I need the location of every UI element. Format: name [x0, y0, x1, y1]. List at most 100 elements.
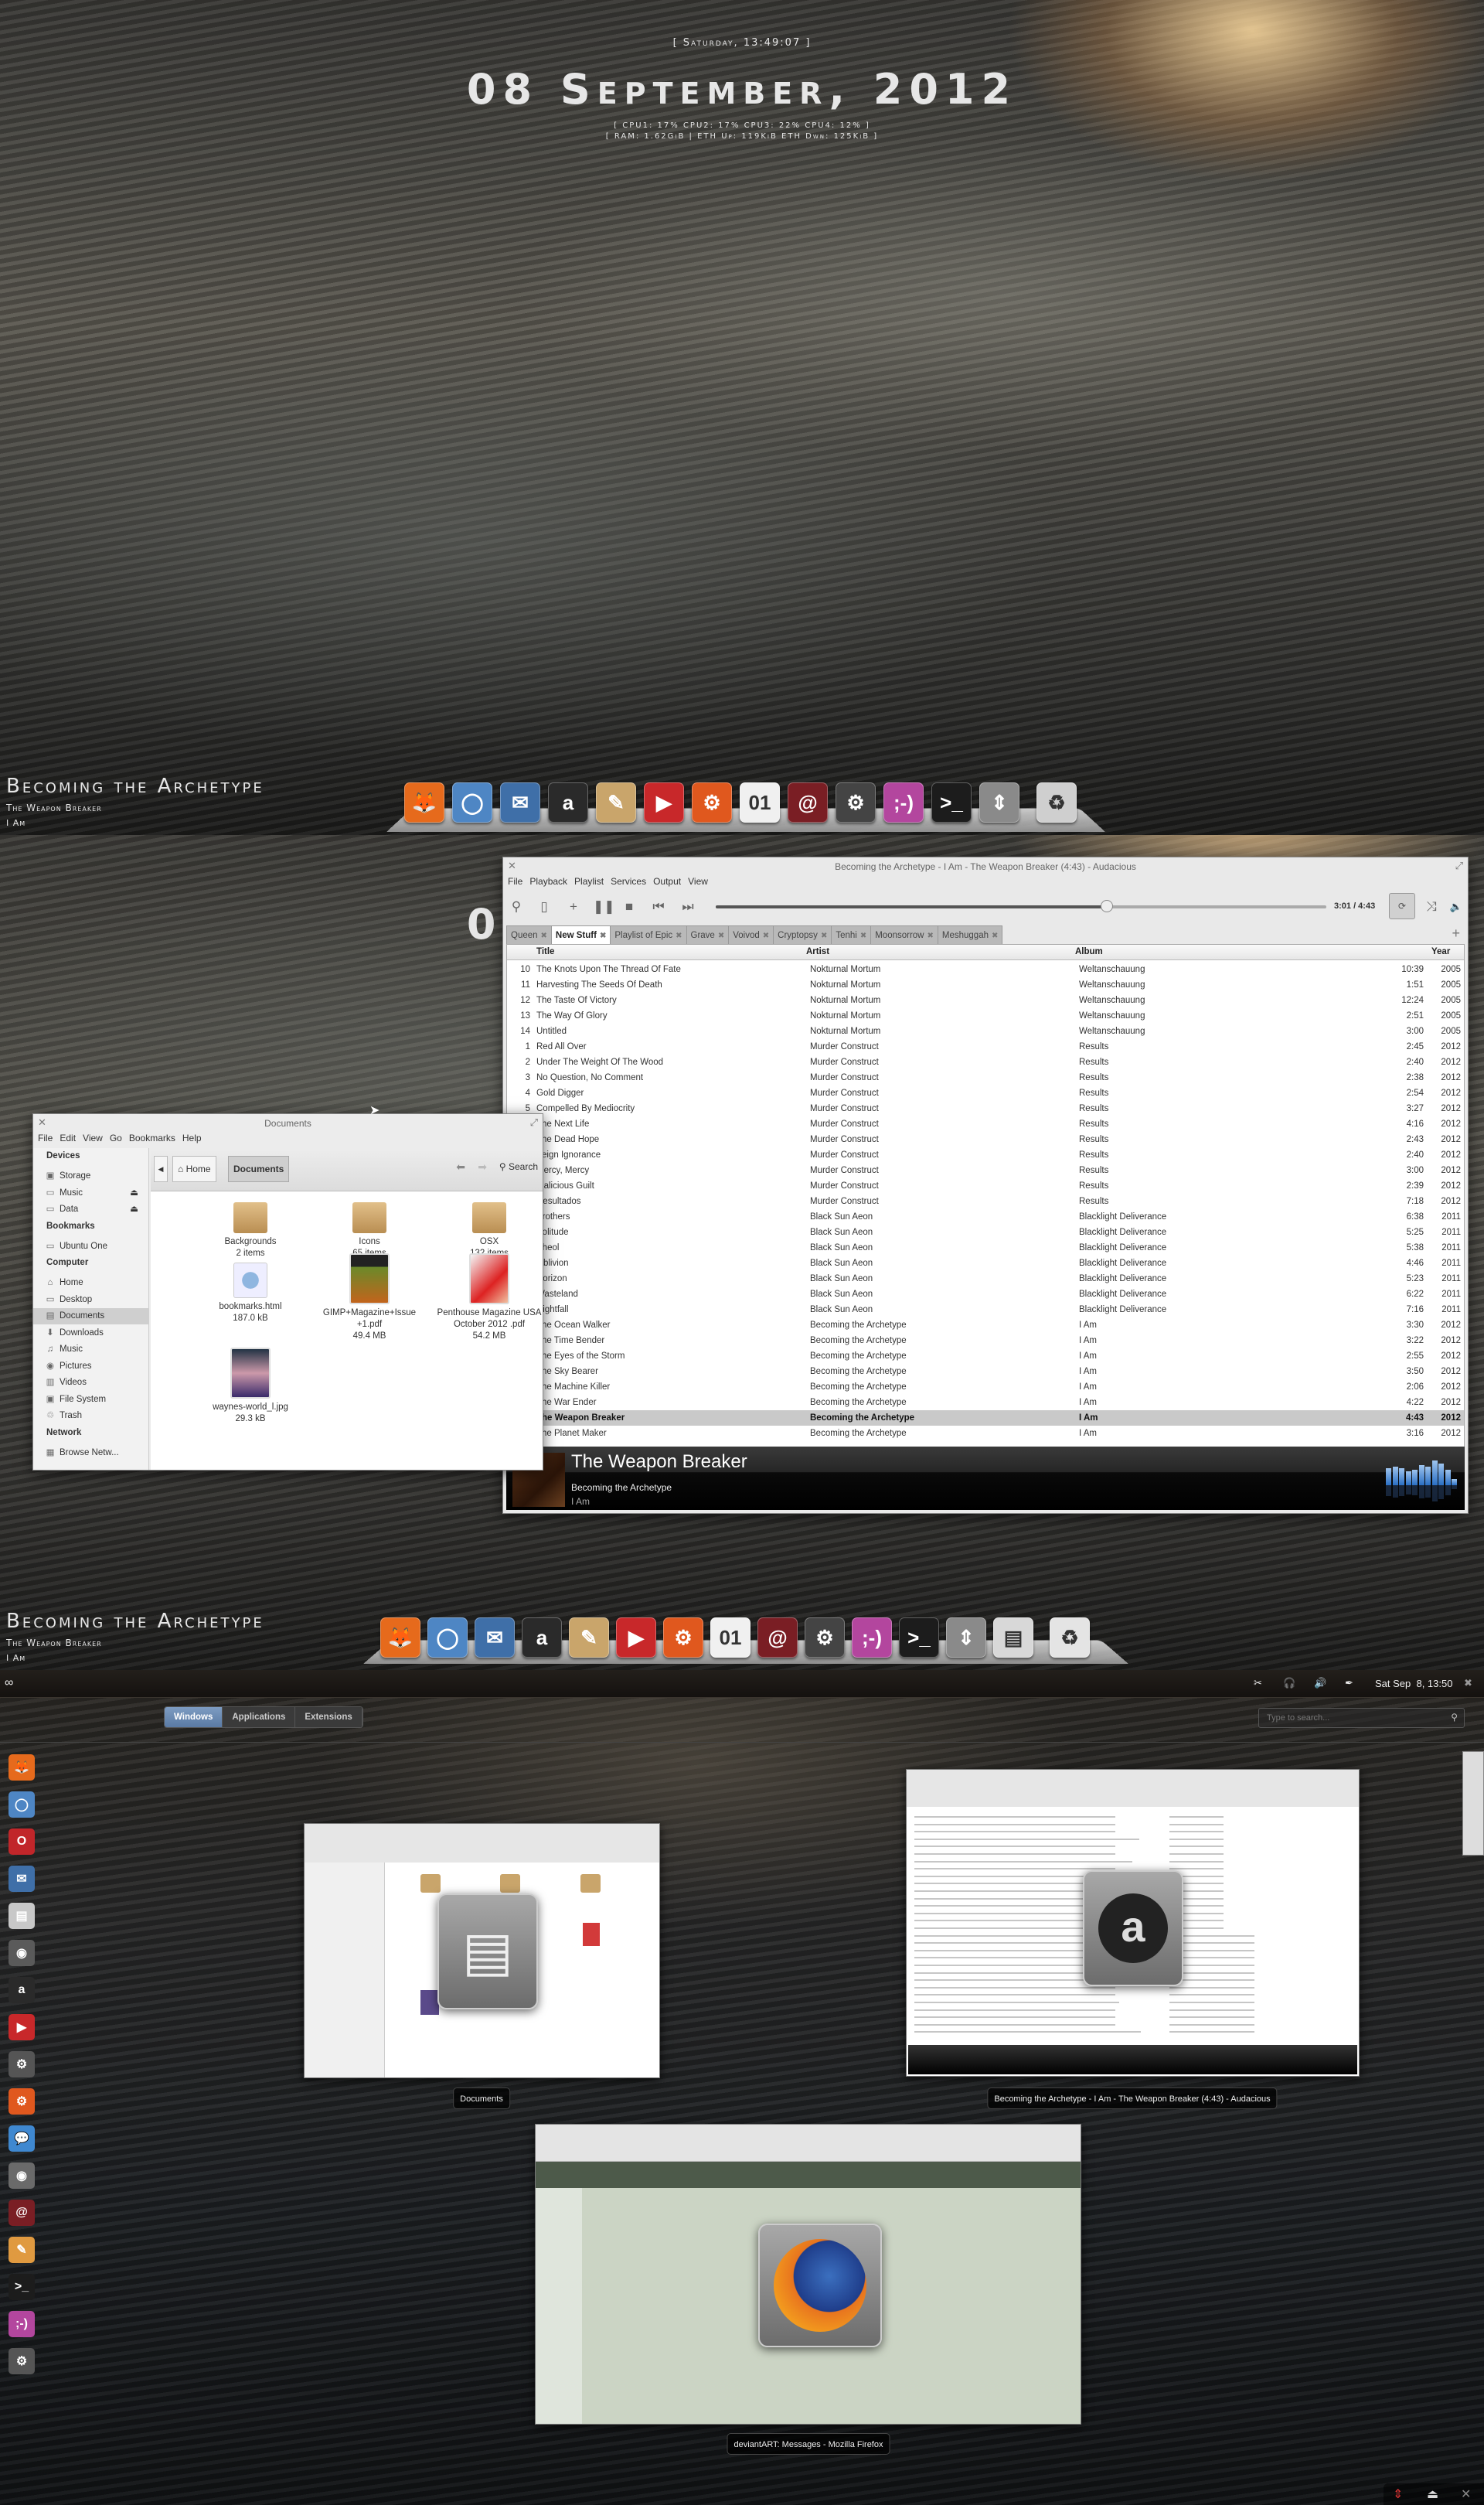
- firefox-launcher[interactable]: 🦊: [404, 782, 444, 823]
- chromium-launcher[interactable]: ◯: [427, 1617, 468, 1658]
- terminal-launcher[interactable]: >_: [931, 782, 972, 823]
- playlist-row[interactable]: Horizon Black Sun Aeon Blacklight Delivera…: [507, 1271, 1464, 1287]
- seek-handle[interactable]: [1100, 900, 1113, 912]
- search-button[interactable]: ⚲ Search: [499, 1161, 538, 1172]
- add-playlist-button[interactable]: +: [1452, 925, 1460, 942]
- sidebar-item-music[interactable]: ♫ Music: [33, 1341, 149, 1358]
- close-tab-icon[interactable]: ✖: [541, 932, 547, 940]
- playlist-row[interactable]: Nightfall Black Sun Aeon Blacklight Delive…: [507, 1302, 1464, 1317]
- playlist-row[interactable]: 2 Under The Weight Of The Wood Murder Cons…: [507, 1055, 1464, 1070]
- menu-playlist[interactable]: Playlist: [574, 876, 604, 890]
- playlist-row[interactable]: 11 Harvesting The Seeds Of Death Nokturnal…: [507, 977, 1464, 993]
- mail-launcher[interactable]: @: [9, 2200, 35, 2226]
- empathy-launcher[interactable]: ;-): [852, 1617, 892, 1658]
- search-input[interactable]: [1259, 1709, 1437, 1727]
- close-tab-icon[interactable]: ✖: [676, 932, 682, 940]
- sidebar-item-videos[interactable]: ▥ Videos: [33, 1375, 149, 1391]
- playlist-row[interactable]: The Ocean Walker Becoming the Archetype I …: [507, 1317, 1464, 1333]
- mail-launcher[interactable]: @: [757, 1617, 798, 1658]
- terminal-launcher[interactable]: >_: [899, 1617, 939, 1658]
- menu-playback[interactable]: Playback: [529, 876, 567, 890]
- search-box[interactable]: ⚲: [1258, 1708, 1465, 1728]
- column-album[interactable]: Album: [1075, 947, 1103, 956]
- playlist-row[interactable]: The War Ender Becoming the Archetype I Am 4…: [507, 1395, 1464, 1410]
- pause-icon[interactable]: ❚❚: [593, 898, 615, 916]
- close-tab-icon[interactable]: ✖: [600, 932, 606, 940]
- sidebar-item-home[interactable]: ⌂ Home: [33, 1275, 149, 1291]
- audacious-launcher[interactable]: a: [9, 1977, 35, 2003]
- stop-icon[interactable]: ■: [621, 898, 638, 916]
- file-manager-launcher[interactable]: ▤: [9, 1903, 35, 1929]
- playlist-row[interactable]: Wasteland Black Sun Aeon Blacklight Delive…: [507, 1287, 1464, 1302]
- menu-output[interactable]: Output: [653, 876, 681, 890]
- column-artist[interactable]: Artist: [806, 947, 829, 956]
- close-tab-icon[interactable]: ✖: [860, 932, 866, 940]
- system-monitor-launcher[interactable]: ⚙: [9, 2051, 35, 2077]
- tab-applications[interactable]: Applications: [223, 1707, 296, 1727]
- sidebar-item-desktop[interactable]: ▭ Desktop: [33, 1292, 149, 1308]
- playlist-row[interactable]: The Time Bender Becoming the Archetype I A…: [507, 1333, 1464, 1348]
- activities-icon[interactable]: ∞: [5, 1676, 13, 1690]
- chromium-launcher[interactable]: ◯: [9, 1791, 35, 1818]
- volume-icon[interactable]: 🔊: [1314, 1677, 1326, 1689]
- sidebar-item-data[interactable]: ▭ Data ⏏: [33, 1201, 149, 1218]
- update-manager-icon[interactable]: ⇕: [1393, 2486, 1403, 2502]
- audacious-launcher[interactable]: a: [522, 1617, 562, 1658]
- menu-help[interactable]: Help: [182, 1133, 202, 1147]
- camera-launcher[interactable]: ◉: [9, 2162, 35, 2189]
- seek-bar[interactable]: [716, 900, 1326, 912]
- playlist-row[interactable]: Mercy, Mercy Murder Construct Results 3:00 2…: [507, 1163, 1464, 1178]
- playlist-row[interactable]: The Dead Hope Murder Construct Results 2:43…: [507, 1132, 1464, 1147]
- playlist-tab[interactable]: Playlist of Epic ✖: [610, 925, 687, 944]
- sidebar-item-pictures[interactable]: ◉ Pictures: [33, 1358, 149, 1375]
- playlist-row[interactable]: 14 Untitled Nokturnal Mortum Weltanschauung…: [507, 1024, 1464, 1039]
- file-item[interactable]: waynes-world_l.jpg 29.3 kB: [192, 1348, 308, 1425]
- playlist-row[interactable]: The Eyes of the Storm Becoming the Archet…: [507, 1348, 1464, 1364]
- thunderbird-launcher[interactable]: ✉: [9, 1866, 35, 1892]
- menu-file[interactable]: File: [38, 1133, 53, 1147]
- close-tab-icon[interactable]: ✖: [763, 932, 769, 940]
- trash-launcher[interactable]: ♻: [1036, 782, 1077, 823]
- file-item[interactable]: Penthouse Magazine USA October 2012 .pdf…: [431, 1253, 547, 1342]
- playlist-row[interactable]: Malicious Guilt Murder Construct Results 2:…: [507, 1178, 1464, 1194]
- close-tab-icon[interactable]: ✖: [992, 932, 998, 940]
- file-manager-launcher[interactable]: ▤: [993, 1617, 1033, 1658]
- sidebar-item-documents[interactable]: ▤ Documents: [33, 1308, 149, 1324]
- playlist-row[interactable]: 4 Gold Digger Murder Construct Results 2:54 2…: [507, 1086, 1464, 1101]
- trash-launcher[interactable]: ♻: [1050, 1617, 1090, 1658]
- file-item[interactable]: GIMP+Magazine+Issue +1.pdf 49.4 MB: [311, 1253, 427, 1342]
- file-item[interactable]: Backgrounds 2 items: [192, 1202, 308, 1259]
- headphones-icon[interactable]: 🎧: [1283, 1677, 1295, 1689]
- empathy-launcher[interactable]: ;-): [883, 782, 924, 823]
- window-thumbnail-firefox[interactable]: [535, 2124, 1081, 2425]
- thunderbird-launcher[interactable]: ✉: [475, 1617, 515, 1658]
- playlist-row[interactable]: The Next Life Murder Construct Results 4:16…: [507, 1116, 1464, 1132]
- maximize-button[interactable]: ⤢: [1455, 860, 1463, 872]
- cheese-launcher[interactable]: ◉: [9, 1940, 35, 1966]
- video-player-launcher[interactable]: ▶: [616, 1617, 656, 1658]
- mail-launcher[interactable]: @: [788, 782, 828, 823]
- sidebar-item-downloads[interactable]: ⬇ Downloads: [33, 1325, 149, 1341]
- easytag-launcher[interactable]: ✎: [9, 2237, 35, 2263]
- file-item[interactable]: bookmarks.html 187.0 kB: [192, 1263, 308, 1324]
- pen-icon[interactable]: ✒: [1345, 1677, 1353, 1689]
- menu-bookmarks[interactable]: Bookmarks: [129, 1133, 175, 1147]
- sidebar-item-ubuntu-one[interactable]: ▭ Ubuntu One: [33, 1239, 149, 1255]
- clock[interactable]: Sat Sep 8, 13:50: [1375, 1678, 1452, 1689]
- repeat-toggle[interactable]: ⟳: [1389, 893, 1415, 919]
- terminal-launcher[interactable]: >_: [9, 2274, 35, 2300]
- path-left-button[interactable]: ◀: [154, 1156, 168, 1182]
- video-player-launcher[interactable]: ▶: [644, 782, 684, 823]
- shuffle-icon[interactable]: ⤨: [1423, 898, 1440, 916]
- menu-edit[interactable]: Edit: [60, 1133, 76, 1147]
- playlist-row[interactable]: 3 No Question, No Comment Murder Construct…: [507, 1070, 1464, 1086]
- sidebar-item-music[interactable]: ▭ Music ⏏: [33, 1185, 149, 1201]
- back-icon[interactable]: ⬅: [456, 1160, 465, 1174]
- playlist-tab[interactable]: Tenhi ✖: [831, 925, 872, 944]
- tray-icon[interactable]: ✕: [1461, 2486, 1471, 2502]
- thunderbird-launcher[interactable]: ✉: [500, 782, 540, 823]
- column-title[interactable]: Title: [536, 947, 554, 956]
- tools-icon[interactable]: ✂: [1254, 1677, 1262, 1689]
- playlist-row[interactable]: Sheol Black Sun Aeon Blacklight Deliveranc…: [507, 1240, 1464, 1256]
- eject-icon[interactable]: ⏏: [130, 1185, 138, 1201]
